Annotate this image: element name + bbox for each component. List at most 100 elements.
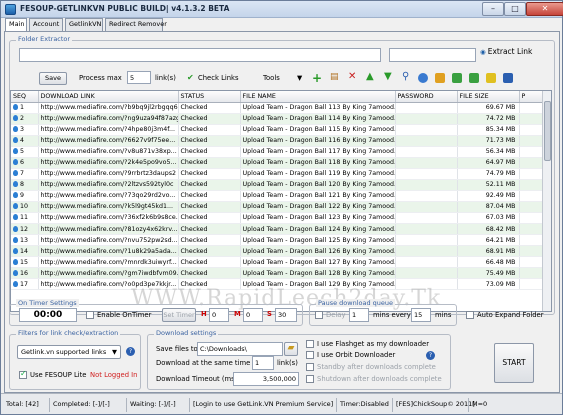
table-row[interactable]: 13 http://www.mediafire.com/?nvu752pw2sd.…	[11, 234, 544, 247]
link-cell: http://www.mediafire.com/?gm7iwdbfvm09..…	[38, 267, 179, 280]
table-row[interactable]: 12 http://www.mediafire.com/?81ozy4x62krv…	[11, 223, 544, 236]
folder-icon[interactable]: ▰	[284, 342, 298, 356]
column-header[interactable]: DOWNLOAD LINK	[38, 91, 179, 103]
table-row[interactable]: 1 http://www.mediafire.com/?b9bq9jl2rbgqq…	[11, 102, 544, 114]
table-row[interactable]: 17 http://www.mediafire.com/?o0pd3pe7kkjr…	[11, 278, 544, 291]
info-icon[interactable]	[503, 73, 513, 83]
save-button[interactable]: Save	[39, 72, 67, 85]
table-row[interactable]: 8 http://www.mediafire.com/?2ltzvs592tyl0…	[11, 179, 544, 191]
table-row[interactable]: 10 http://www.mediafire.com/?k5l9gt45kd1.…	[11, 201, 544, 213]
seq-cell: 17	[11, 278, 39, 291]
lock-icon[interactable]	[435, 73, 445, 83]
mins-every-label: mins every	[373, 311, 411, 319]
globe-tool-icon[interactable]	[418, 73, 428, 83]
filesize-cell: 73.09 MB	[457, 278, 520, 291]
column-header[interactable]: P	[519, 91, 544, 103]
delay-input[interactable]	[349, 308, 369, 322]
table-row[interactable]: 7 http://www.mediafire.com/?9rrbrtz3daups…	[11, 168, 544, 180]
every-input[interactable]	[411, 308, 431, 322]
tab-getlinkvn[interactable]: GetlinkVN	[65, 18, 103, 31]
column-header[interactable]: FILE SIZE	[457, 91, 520, 103]
status-total: Total: [42]	[3, 398, 50, 412]
same-time-input[interactable]	[252, 356, 274, 370]
process-max-input[interactable]	[127, 71, 151, 84]
extract-link-button[interactable]: ◉ Extract Link	[480, 47, 542, 63]
search-icon[interactable]: ⚲	[402, 71, 409, 82]
flashget-checkbox[interactable]	[306, 340, 314, 348]
table-row[interactable]: 11 http://www.mediafire.com/?36xf2k6b9s8c…	[11, 212, 544, 225]
use-lite-checkbox[interactable]	[19, 369, 27, 379]
timeout-input[interactable]	[233, 372, 299, 386]
tab-account[interactable]: Account	[29, 18, 63, 31]
filter-select[interactable]: Getlink.vn supported links ▼	[17, 345, 121, 359]
help-icon[interactable]: ?	[426, 351, 435, 360]
table-row[interactable]: 14 http://www.mediafire.com/?1u8k29a5ada.…	[11, 245, 544, 258]
refresh-icon[interactable]	[469, 73, 479, 83]
tab-redirect-remover[interactable]: Redirect Remover	[105, 18, 167, 31]
help-icon[interactable]	[486, 73, 496, 83]
set-timer-button[interactable]: Set Timer	[162, 308, 196, 322]
orbit-checkbox[interactable]	[306, 351, 314, 359]
filter-select-value: Getlink.vn supported links	[21, 348, 107, 356]
hour-input[interactable]	[209, 308, 229, 322]
minimize-icon[interactable]: –	[482, 2, 504, 16]
start-button[interactable]: START	[494, 343, 534, 383]
column-header[interactable]: SEQ	[11, 91, 39, 103]
check-links-button[interactable]: Check Links	[198, 74, 239, 82]
link-cell: http://www.mediafire.com/?1u8k29a5ada...	[38, 245, 179, 258]
link-cell: http://www.mediafire.com/?o0pd3pe7kkjr..…	[38, 278, 179, 291]
move-up-icon[interactable]: ▲	[366, 71, 374, 82]
password-cell	[395, 245, 458, 258]
table-row[interactable]: 4 http://www.mediafire.com/?6627v9f75ee..…	[11, 135, 544, 147]
table-row[interactable]: 2 http://www.mediafire.com/?ng9uza94f87az…	[11, 113, 544, 125]
help-icon[interactable]: ?	[126, 347, 135, 356]
paste-icon[interactable]: ▤	[330, 72, 339, 82]
delay-checkbox[interactable]	[315, 311, 323, 319]
add-icon[interactable]: +	[312, 71, 322, 85]
table-row[interactable]: 16 http://www.mediafire.com/?gm7iwdbfvm09…	[11, 267, 544, 280]
flame-icon	[13, 258, 18, 265]
unlock-icon[interactable]	[452, 73, 462, 83]
tools-menu[interactable]: Tools	[263, 74, 280, 82]
minute-input[interactable]	[243, 308, 263, 322]
maximize-icon[interactable]: □	[504, 2, 526, 16]
flashget-label: I use Flashget as my downloader	[317, 340, 430, 348]
tools-dropdown-icon[interactable]: ▼	[297, 74, 302, 82]
flame-icon	[13, 203, 18, 210]
table-row[interactable]: 6 http://www.mediafire.com/?2k4e5po9vo5..…	[11, 157, 544, 169]
vertical-scrollbar[interactable]	[542, 91, 551, 311]
filename-cell: Upload Team - Dragon Ball 127 By King 7a…	[240, 256, 396, 269]
table-row[interactable]: 5 http://www.mediafire.com/?v8u871v38xp..…	[11, 146, 544, 158]
column-header[interactable]: FILE NAME	[240, 91, 396, 103]
close-icon[interactable]: ✕	[526, 2, 563, 16]
link-cell: http://www.mediafire.com/?9rrbrtz3daups2	[38, 168, 179, 180]
second-input[interactable]	[275, 308, 297, 322]
url-input[interactable]	[19, 48, 381, 62]
table-row[interactable]: 3 http://www.mediafire.com/?4hpe80j3m4f..…	[11, 124, 544, 136]
table-row[interactable]: 9 http://www.mediafire.com/?73qo29rd2vo..…	[11, 190, 544, 202]
process-max-label: Process max	[79, 74, 122, 82]
standby-label: Standby after downloads complete	[317, 363, 436, 371]
shutdown-checkbox[interactable]	[306, 375, 314, 383]
standby-checkbox[interactable]	[306, 363, 314, 371]
seq-value: 8	[20, 181, 25, 189]
table-row[interactable]: 15 http://www.mediafire.com/?mnrdk3uiwyrf…	[11, 256, 544, 269]
tab-main[interactable]: Main	[5, 18, 27, 32]
column-header[interactable]: STATUS	[178, 91, 241, 103]
column-header[interactable]: PASSWORD	[395, 91, 458, 103]
save-path-input[interactable]	[197, 342, 283, 356]
move-down-icon[interactable]: ▼	[384, 71, 392, 82]
checkmark-icon: ✔	[187, 73, 194, 82]
progress-cell	[519, 146, 544, 158]
auto-expand-checkbox[interactable]	[466, 311, 474, 319]
filesize-cell: 75.49 MB	[457, 267, 520, 280]
download-grid[interactable]: SEQ DOWNLOAD LINK STATUS FILE NAME PASSWORD F…	[10, 90, 552, 312]
second-label: S	[267, 310, 272, 318]
enable-ontimer-checkbox[interactable]	[86, 311, 94, 319]
globe-icon: ◉	[480, 48, 486, 56]
scrollbar-thumb[interactable]	[544, 101, 551, 161]
extract-url-input[interactable]	[389, 48, 476, 62]
orbit-label: I use Orbit Downloader	[317, 351, 396, 359]
remove-icon[interactable]: ✕	[348, 71, 356, 82]
seq-cell: 10	[11, 201, 39, 213]
